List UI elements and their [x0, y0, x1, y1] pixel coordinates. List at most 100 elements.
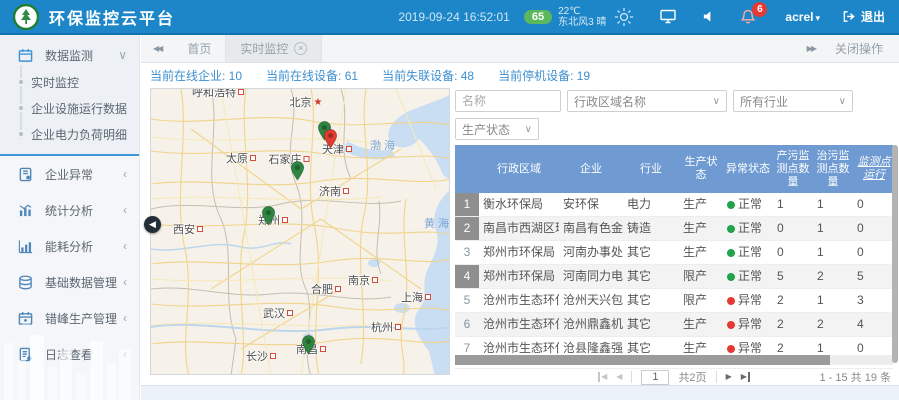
- column-header[interactable]: 行业: [623, 145, 679, 193]
- logout-button[interactable]: 退出: [842, 8, 885, 25]
- prev-page-button[interactable]: ◀: [616, 372, 622, 382]
- cell-company: 沧县隆鑫强力加工: [559, 337, 623, 355]
- bell-icon[interactable]: 6: [741, 9, 755, 24]
- sidebar: 数据监测∨实时监控企业设施运行数据企业电力负荷明细企业异常‹统计分析‹能耗分析‹…: [0, 35, 140, 400]
- column-header[interactable]: 行政区域: [479, 145, 559, 193]
- page-input[interactable]: [641, 370, 669, 385]
- table-row[interactable]: 2南昌市西湖区环保南昌有色金属有限铸造生产正常010: [455, 217, 893, 241]
- cell-region: 南昌市西湖区环保: [479, 217, 559, 240]
- vertical-scrollbar[interactable]: [892, 145, 898, 363]
- cell-production-status: 生产: [679, 313, 723, 336]
- tabs-scroll-right-icon[interactable]: ▶▶: [807, 44, 815, 53]
- last-page-button[interactable]: ▶: [741, 372, 750, 382]
- user-menu[interactable]: acrel▾: [785, 10, 820, 24]
- production-status-select[interactable]: 生产状态 ∨: [455, 118, 539, 140]
- cell-row-number: 2: [455, 217, 479, 240]
- map-pin-green[interactable]: [301, 335, 316, 360]
- cell-region: 沧州市生态环保局: [479, 313, 559, 336]
- next-page-button[interactable]: ▶: [726, 372, 732, 382]
- cell-run-points: 3: [853, 289, 893, 312]
- sidebar-item-peak-production-mgmt[interactable]: 错峰生产管理‹: [0, 300, 139, 336]
- sidebar-item-facility-run-data[interactable]: 企业设施运行数据: [0, 95, 139, 121]
- table-row[interactable]: 5沧州市生态环保局沧州天兴包装制品其它限产异常213: [455, 289, 893, 313]
- calendar-icon: [18, 48, 34, 63]
- horizontal-scrollbar-thumb[interactable]: [455, 355, 830, 365]
- first-page-button[interactable]: ◀: [598, 372, 607, 382]
- cell-production-status: 生产: [679, 241, 723, 264]
- map-pin-green[interactable]: [290, 161, 305, 186]
- sidebar-subitem-label: 企业设施运行数据: [31, 100, 127, 117]
- sidebar-subitem-label: 企业电力负荷明细: [31, 126, 127, 143]
- cell-industry: 电力: [623, 193, 679, 216]
- close-operations-menu[interactable]: 关闭操作: [835, 40, 883, 57]
- table-row[interactable]: 1衡水环保局安环保电力生产正常110: [455, 193, 893, 217]
- tab-close-icon[interactable]: ×: [294, 42, 307, 55]
- cell-production-status: 生产: [679, 337, 723, 355]
- column-header[interactable]: 异常状态: [723, 145, 773, 193]
- chevron-down-icon: ∨: [713, 96, 720, 107]
- notification-badge: 6: [752, 2, 767, 17]
- china-map[interactable]: 呼和浩特北京★天津太原石家庄济南西安郑州合肥南京上海武汉杭州长沙南昌渤海黄海: [150, 88, 450, 375]
- cell-run-points: 0: [853, 241, 893, 264]
- sidebar-item-log-view[interactable]: 日志查看‹: [0, 336, 139, 372]
- wind-condition: 东北风3 晴: [558, 17, 606, 28]
- cell-row-number: 3: [455, 241, 479, 264]
- cell-prod-points: 0: [773, 241, 813, 264]
- cell-prod-points: 2: [773, 289, 813, 312]
- sidebar-item-base-data-mgmt[interactable]: 基础数据管理‹: [0, 264, 139, 300]
- horizontal-scrollbar[interactable]: [455, 355, 893, 365]
- sidebar-item-label: 企业异常: [45, 166, 93, 183]
- status-dot-icon: [727, 321, 735, 329]
- cell-production-status: 限产: [679, 289, 723, 312]
- database-icon: [18, 275, 34, 290]
- table-body: 1衡水环保局安环保电力生产正常1102南昌市西湖区环保南昌有色金属有限铸造生产正…: [455, 193, 893, 355]
- tab-realtime-monitoring[interactable]: 实时监控 ×: [225, 35, 322, 62]
- cell-company: 河南同力电力设备: [559, 265, 623, 288]
- cell-row-number: 6: [455, 313, 479, 336]
- cell-production-status: 生产: [679, 193, 723, 216]
- chevron-left-icon: ‹: [123, 167, 127, 181]
- cell-abnormal-status: 正常: [723, 241, 773, 264]
- sidebar-item-enterprise-abnormal[interactable]: 企业异常 ‹: [0, 156, 139, 192]
- column-header[interactable]: 产污监测点数量: [773, 145, 813, 193]
- chevron-left-icon: ‹: [123, 347, 127, 361]
- chevron-left-icon: ‹: [123, 239, 127, 253]
- sidebar-item-energy-analysis[interactable]: 能耗分析‹: [0, 228, 139, 264]
- sidebar-subitem-label: 实时监控: [31, 74, 79, 91]
- column-header[interactable]: 企业: [559, 145, 623, 193]
- tab-home[interactable]: 首页: [173, 35, 225, 62]
- table-row[interactable]: 4郑州市环保局河南同力电力设备其它限产正常525: [455, 265, 893, 289]
- region-select[interactable]: 行政区域名称 ∨: [567, 90, 727, 112]
- total-pages-label: 共2页: [678, 369, 706, 385]
- table-row[interactable]: 7沧州市生态环保局沧县隆鑫强力加工其它生产异常210: [455, 337, 893, 355]
- table-row[interactable]: 3郑州市环保局河南办事处演示其它生产正常010: [455, 241, 893, 265]
- status-dot-icon: [727, 297, 735, 305]
- cell-industry: 其它: [623, 337, 679, 355]
- sidebar-item-power-load-detail[interactable]: 企业电力负荷明细: [0, 121, 139, 147]
- cell-row-number: 1: [455, 193, 479, 216]
- status-counter: 当前在线设备: 61: [266, 67, 358, 84]
- column-header[interactable]: 治污监测点数量: [813, 145, 853, 193]
- sidebar-item-statistic-analysis[interactable]: 统计分析‹: [0, 192, 139, 228]
- column-header[interactable]: 监测点运行: [853, 145, 893, 193]
- industry-select[interactable]: 所有行业 ∨: [733, 90, 853, 112]
- monitor-icon[interactable]: [660, 9, 676, 24]
- map-pin-green[interactable]: [261, 206, 276, 231]
- sidebar-item-realtime-monitoring[interactable]: 实时监控: [0, 69, 139, 95]
- tabs-scroll-left-icon[interactable]: ◀◀: [141, 35, 173, 62]
- status-dot-icon: [727, 201, 735, 209]
- name-search-input[interactable]: [455, 90, 561, 112]
- chevron-left-icon: ‹: [123, 203, 127, 217]
- clipboard-icon: [18, 167, 34, 182]
- line-chart-icon: [18, 239, 34, 254]
- bottom-strip: [141, 385, 899, 400]
- map-collapse-toggle[interactable]: ◀: [144, 216, 161, 233]
- table-row[interactable]: 6沧州市生态环保局沧州鼎鑫机电设备其它生产异常224: [455, 313, 893, 337]
- cell-abnormal-status: 正常: [723, 265, 773, 288]
- cell-industry: 铸造: [623, 217, 679, 240]
- map-pin-red[interactable]: [323, 129, 338, 154]
- column-header[interactable]: 生产状态: [679, 145, 723, 193]
- monitor-panel: 行政区域名称 ∨ 所有行业 ∨ 生产状态 ∨ 行政区域企业行业生产状态异常状态产…: [455, 88, 893, 385]
- speaker-icon[interactable]: [702, 10, 715, 23]
- cell-company: 安环保: [559, 193, 623, 216]
